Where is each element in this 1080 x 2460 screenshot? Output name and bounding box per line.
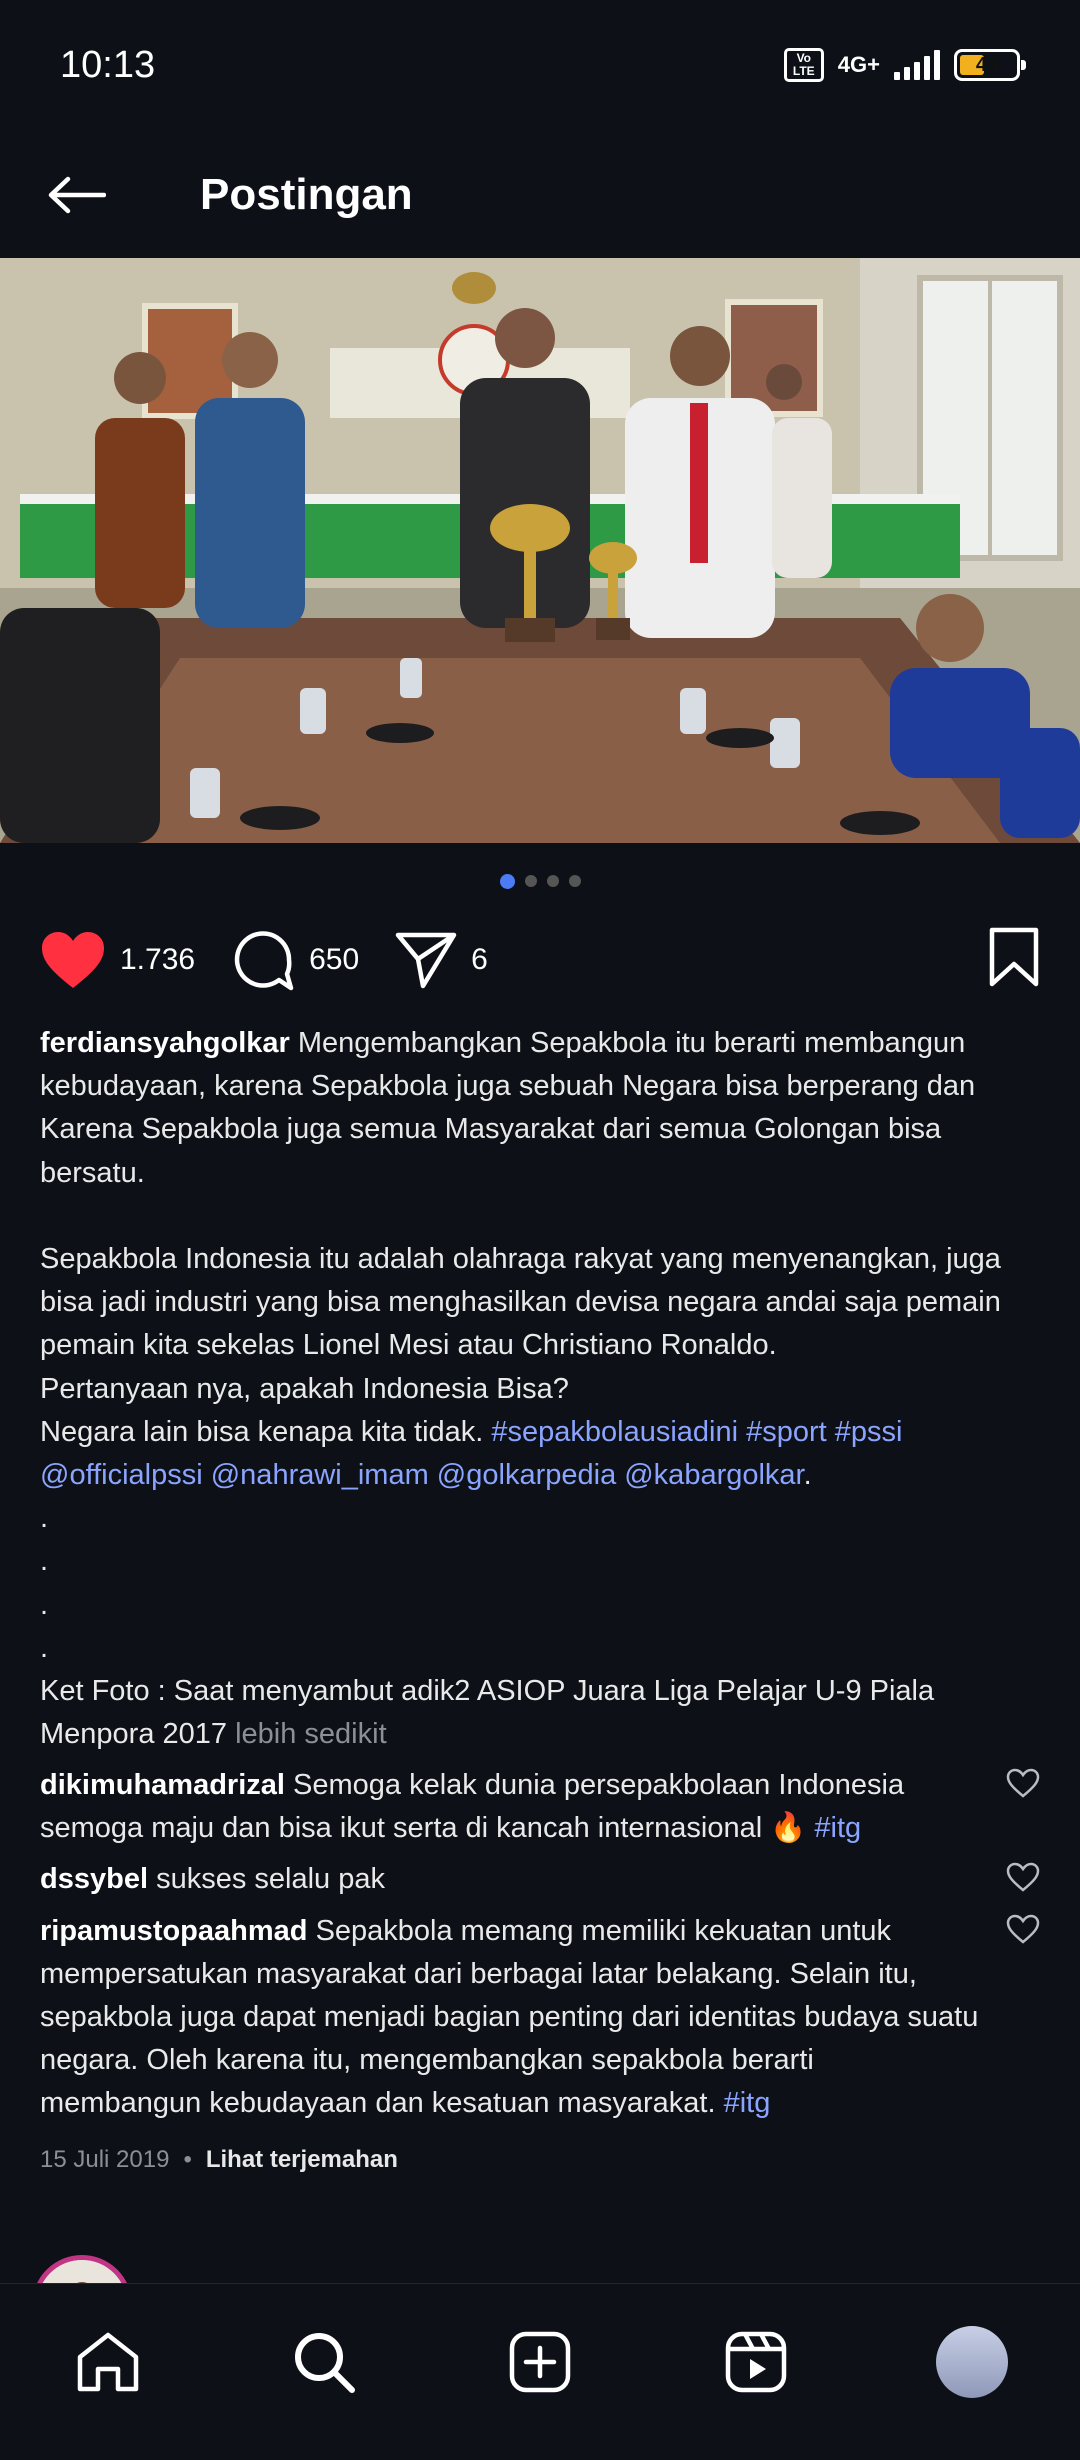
- caption-paragraph-1: ferdiansyahgolkar Mengembangkan Sepakbol…: [40, 1022, 1040, 1195]
- comment-like-icon[interactable]: [1006, 1768, 1040, 1798]
- caption-username[interactable]: ferdiansyahgolkar: [40, 1027, 290, 1059]
- caption-dots: . . . .: [40, 1502, 49, 1664]
- reels-icon: [725, 2331, 787, 2393]
- nav-search[interactable]: [279, 2317, 369, 2407]
- comment-list: dikimuhamadrizal Semoga kelak dunia pers…: [40, 1764, 1040, 2134]
- top-bar: Postingan: [0, 130, 1080, 260]
- back-button[interactable]: [44, 163, 108, 227]
- heart-filled-icon: [42, 932, 104, 988]
- status-indicators: Vo LTE 4G+ 44: [783, 48, 1026, 82]
- nav-create[interactable]: [495, 2317, 585, 2407]
- comment-like-icon[interactable]: [1006, 1862, 1040, 1893]
- search-icon: [295, 2333, 355, 2393]
- create-icon: [509, 2331, 571, 2393]
- comment-hashtag[interactable]: #itg: [814, 1812, 861, 1844]
- share-button[interactable]: 6: [395, 931, 488, 989]
- nav-home[interactable]: [63, 2317, 153, 2407]
- carousel-dot: [568, 875, 581, 887]
- comment-username[interactable]: ripamustopaahmad: [40, 1915, 308, 1947]
- nav-reels[interactable]: [711, 2317, 801, 2407]
- volte-icon: Vo LTE: [783, 48, 824, 82]
- share-count: 6: [471, 943, 488, 976]
- comment-username[interactable]: dssybel: [40, 1863, 148, 1895]
- post-photo-illustration: [0, 258, 1080, 843]
- see-translation-link[interactable]: Lihat terjemahan: [206, 2146, 398, 2174]
- post-meta: 15 Juli 2019 • Lihat terjemahan: [40, 2146, 398, 2174]
- post-caption: ferdiansyahgolkar Mengembangkan Sepakbol…: [40, 1022, 1040, 1756]
- comment-button[interactable]: 650: [231, 928, 359, 992]
- comment-item: dssybel sukses selalu pak: [40, 1858, 1040, 1901]
- signal-icon: [894, 50, 940, 80]
- action-bar: 1.736 650 6: [40, 922, 1040, 998]
- bottom-navigation: [0, 2283, 1080, 2460]
- comment-text: sukses selalu pak: [156, 1863, 385, 1896]
- comment-username[interactable]: dikimuhamadrizal: [40, 1769, 285, 1801]
- caption-paragraph-3: Ket Foto : Saat menyambut adik2 ASIOP Ju…: [40, 1670, 1040, 1756]
- caption-photo-note: Ket Foto : Saat menyambut adik2 ASIOP Ju…: [40, 1675, 935, 1751]
- save-button[interactable]: [988, 926, 1040, 993]
- page-title: Postingan: [200, 170, 413, 219]
- caption-period: .: [803, 1459, 812, 1492]
- arrow-left-icon: [48, 176, 106, 214]
- battery-icon: 44: [954, 49, 1026, 81]
- carousel-indicator: [0, 874, 1080, 889]
- caption-paragraph-2: Sepakbola Indonesia itu adalah olahraga …: [40, 1238, 1040, 1497]
- profile-avatar: [936, 2326, 1008, 2398]
- nav-profile[interactable]: [927, 2317, 1017, 2407]
- network-type: 4G+: [837, 52, 880, 77]
- like-button[interactable]: 1.736: [40, 930, 195, 990]
- status-time: 10:13: [60, 43, 156, 86]
- carousel-dot: [524, 875, 537, 887]
- comment-icon: [234, 931, 294, 991]
- comment-item: ripamustopaahmad Sepakbola memang memili…: [40, 1910, 1040, 2126]
- post-image[interactable]: [0, 258, 1080, 843]
- battery-level: 44: [975, 53, 999, 76]
- show-less-link[interactable]: lebih sedikit: [235, 1718, 387, 1750]
- carousel-dot: [546, 875, 559, 887]
- comment-item: dikimuhamadrizal Semoga kelak dunia pers…: [40, 1764, 1040, 1850]
- comment-like-icon[interactable]: [1006, 1914, 1040, 1944]
- post-date: 15 Juli 2019: [40, 2146, 170, 2173]
- status-bar: 10:13 Vo LTE 4G+ 44: [0, 0, 1080, 130]
- meta-separator: •: [183, 2146, 192, 2173]
- comment-hashtag[interactable]: #itg: [724, 2087, 771, 2119]
- bookmark-icon: [989, 927, 1039, 987]
- send-icon: [395, 932, 457, 989]
- carousel-dot: [499, 874, 515, 889]
- like-count: 1.736: [120, 943, 196, 976]
- comment-count: 650: [309, 943, 360, 976]
- home-icon: [77, 2332, 139, 2392]
